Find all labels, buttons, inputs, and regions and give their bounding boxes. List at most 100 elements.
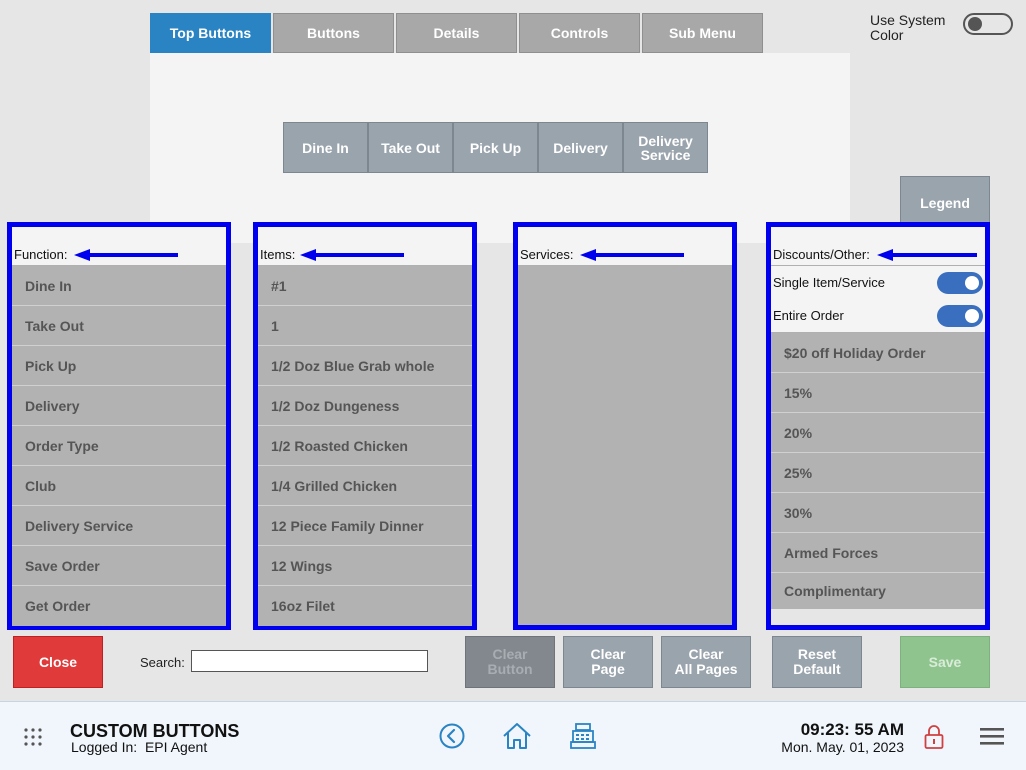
preview-button-delivery-service[interactable]: Delivery Service <box>623 122 708 173</box>
list-item[interactable]: 16oz Filet <box>258 586 472 626</box>
reset-default-label: Reset Default <box>793 647 840 677</box>
function-panel-header: Function: <box>12 227 226 266</box>
reset-default-line2: Default <box>793 661 841 677</box>
list-item[interactable]: Order Type <box>12 426 226 466</box>
list-item[interactable]: Get Order <box>12 586 226 626</box>
footer-bar: CUSTOM BUTTONS Logged In: EPI Agent 09:2… <box>0 701 1026 770</box>
logged-in-label: Logged In: <box>71 739 138 755</box>
list-item[interactable]: Armed Forces <box>771 533 985 573</box>
toggle-knob <box>965 275 979 290</box>
toggle-knob <box>965 308 979 323</box>
clear-page-label: Clear Page <box>590 647 625 677</box>
tab-controls[interactable]: Controls <box>519 13 640 53</box>
clock-time: 09:23: 55 AM <box>800 720 904 739</box>
preview-button-label: Delivery Service <box>638 134 692 162</box>
clear-button-button[interactable]: Clear Button <box>465 636 555 688</box>
logged-in-user: EPI Agent <box>144 739 208 755</box>
toggle-knob <box>968 17 982 31</box>
clear-all-pages-line2: All Pages <box>674 661 738 677</box>
save-button[interactable]: Save <box>900 636 990 688</box>
list-item[interactable]: Pick Up <box>12 346 226 386</box>
entire-order-toggle[interactable] <box>937 304 983 327</box>
preview-button-label: Pick Up <box>469 139 522 156</box>
arrow-left-icon <box>580 249 684 261</box>
list-item[interactable]: Dine In <box>12 266 226 306</box>
arrow-left-icon <box>877 249 977 261</box>
items-list: #1 1 1/2 Doz Blue Grab whole 1/2 Doz Dun… <box>258 266 472 626</box>
single-item-toggle[interactable] <box>937 271 983 294</box>
preview-button-label: Delivery <box>553 139 608 156</box>
services-list <box>518 266 732 625</box>
services-header-label: Services: <box>520 247 574 262</box>
services-panel: Services: <box>513 222 737 630</box>
list-item[interactable]: Delivery Service <box>12 506 226 546</box>
list-item[interactable]: 1 <box>258 306 472 346</box>
tab-top-buttons[interactable]: Top Buttons <box>150 13 271 53</box>
clear-button-line1: Clear <box>492 646 528 662</box>
hamburger-menu-icon[interactable] <box>980 727 1004 747</box>
function-list: Dine In Take Out Pick Up Delivery Order … <box>12 266 226 626</box>
list-item[interactable]: 25% <box>771 453 985 493</box>
clear-all-pages-label: Clear All Pages <box>674 647 737 677</box>
single-item-option: Single Item/Service <box>771 266 985 299</box>
preview-button-delivery[interactable]: Delivery <box>538 122 623 173</box>
list-item[interactable]: 12 Piece Family Dinner <box>258 506 472 546</box>
clear-all-pages-button[interactable]: Clear All Pages <box>661 636 751 688</box>
clear-all-pages-line1: Clear <box>688 646 724 662</box>
clock-date: Mon. May. 01, 2023 <box>781 739 904 755</box>
list-item[interactable]: #1 <box>258 266 472 306</box>
discount-options: Single Item/Service Entire Order <box>771 266 985 333</box>
function-panel: Function: Dine In Take Out Pick Up Deliv… <box>7 222 231 630</box>
clear-button-line2: Button <box>487 661 533 677</box>
list-item[interactable]: 20% <box>771 413 985 453</box>
register-icon[interactable] <box>569 722 597 750</box>
items-panel: Items: #1 1 1/2 Doz Blue Grab whole 1/2 … <box>253 222 477 630</box>
items-header-label: Items: <box>260 247 296 262</box>
discounts-panel: Discounts/Other: Single Item/Service Ent… <box>766 222 990 630</box>
preview-button-label-line2: Service <box>640 146 691 163</box>
search-input[interactable] <box>191 650 428 672</box>
lock-icon[interactable] <box>923 723 945 751</box>
clear-page-line1: Clear <box>590 646 626 662</box>
clear-button-label: Clear Button <box>487 647 532 677</box>
list-item[interactable]: $20 off Holiday Order <box>771 333 985 373</box>
use-system-color-toggle[interactable] <box>963 13 1013 35</box>
discounts-list: $20 off Holiday Order 15% 20% 25% 30% Ar… <box>771 333 985 609</box>
discounts-panel-header: Discounts/Other: <box>771 227 985 266</box>
clear-page-button[interactable]: Clear Page <box>563 636 653 688</box>
close-button[interactable]: Close <box>13 636 103 688</box>
list-item[interactable]: 12 Wings <box>258 546 472 586</box>
list-item[interactable]: Take Out <box>12 306 226 346</box>
list-item[interactable]: 1/2 Doz Dungeness <box>258 386 472 426</box>
single-item-label: Single Item/Service <box>773 275 885 290</box>
tab-sub-menu[interactable]: Sub Menu <box>642 13 763 53</box>
use-system-color-line2: Color <box>870 27 904 43</box>
list-item[interactable]: Save Order <box>12 546 226 586</box>
preview-button-pick-up[interactable]: Pick Up <box>453 122 538 173</box>
list-item[interactable]: Delivery <box>12 386 226 426</box>
services-panel-header: Services: <box>518 227 732 266</box>
list-item[interactable]: 15% <box>771 373 985 413</box>
list-item[interactable]: Complimentary <box>771 573 985 609</box>
list-item[interactable]: Club <box>12 466 226 506</box>
entire-order-label: Entire Order <box>773 308 844 323</box>
preview-button-label: Take Out <box>381 139 440 156</box>
items-panel-header: Items: <box>258 227 472 266</box>
logged-in-info: Logged In: EPI Agent <box>71 739 207 755</box>
legend-button[interactable]: Legend <box>900 176 990 226</box>
list-item[interactable]: 1/4 Grilled Chicken <box>258 466 472 506</box>
preview-button-dine-in[interactable]: Dine In <box>283 122 368 173</box>
use-system-color-line1: Use System <box>870 12 946 28</box>
back-circle-icon[interactable] <box>439 723 465 749</box>
list-item[interactable]: 1/2 Doz Blue Grab whole <box>258 346 472 386</box>
search-label: Search: <box>140 655 185 670</box>
apps-grid-icon[interactable] <box>24 728 42 746</box>
list-item[interactable]: 30% <box>771 493 985 533</box>
home-icon[interactable] <box>502 722 532 750</box>
preview-button-take-out[interactable]: Take Out <box>368 122 453 173</box>
tab-details[interactable]: Details <box>396 13 517 53</box>
list-item[interactable]: 1/2 Roasted Chicken <box>258 426 472 466</box>
tab-buttons[interactable]: Buttons <box>273 13 394 53</box>
reset-default-button[interactable]: Reset Default <box>772 636 862 688</box>
use-system-color-label: Use System Color <box>870 13 945 43</box>
